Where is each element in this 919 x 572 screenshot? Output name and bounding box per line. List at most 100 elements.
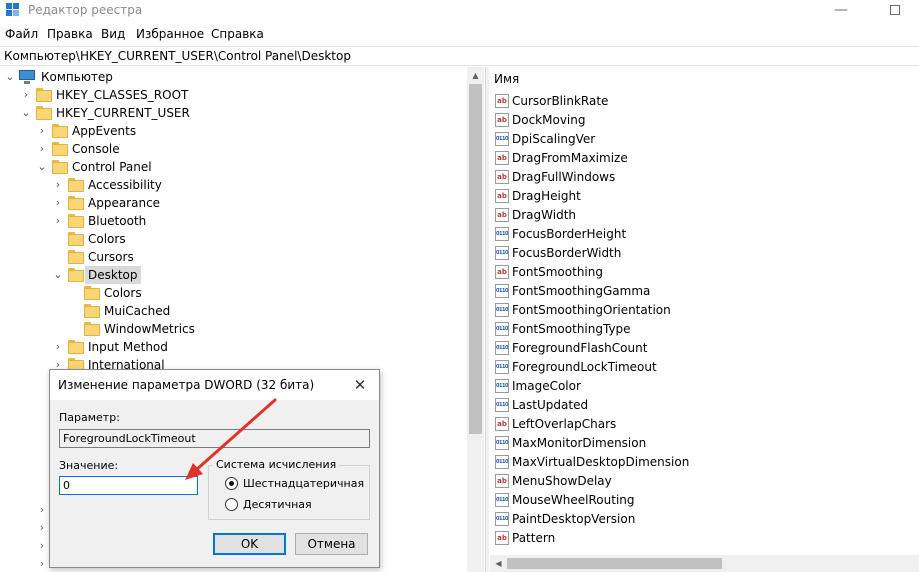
tree-item-label: Colors	[88, 232, 126, 246]
tree-scrollbar[interactable]: ▲	[467, 67, 484, 572]
tree-item[interactable]: › Accessibility	[0, 176, 460, 194]
value-name: DragFullWindows	[512, 170, 616, 184]
registry-editor-icon	[6, 3, 22, 19]
value-data-input[interactable]: 0	[59, 476, 198, 495]
tree-item-label: Console	[72, 142, 120, 156]
values-horizontal-scrollbar[interactable]: ◀	[490, 555, 919, 572]
tree-item[interactable]: › AppEvents	[0, 122, 460, 140]
folder-icon	[68, 232, 84, 246]
tree-item[interactable]: Colors	[0, 230, 460, 248]
chevron-down-icon[interactable]: ⌄	[4, 68, 16, 86]
binary-value-icon: 0110	[495, 379, 509, 393]
scroll-left-icon[interactable]: ◀	[490, 555, 507, 572]
tree-item[interactable]: Colors	[0, 284, 460, 302]
value-name: ForegroundFlashCount	[512, 341, 648, 355]
address-path[interactable]: Компьютер\HKEY_CURRENT_USER\Control Pane…	[4, 49, 351, 63]
minimize-button[interactable]: —	[818, 0, 864, 22]
radio-label: Шестнадцатеричная	[243, 477, 365, 490]
scroll-up-icon[interactable]: ▲	[467, 67, 484, 84]
tree-item-label: Cursors	[88, 250, 134, 264]
chevron-right-icon[interactable]: ›	[36, 503, 48, 521]
chevron-right-icon[interactable]: ›	[36, 140, 48, 158]
value-name: LeftOverlapChars	[512, 417, 617, 431]
string-value-icon: ab	[495, 474, 509, 488]
column-header-name[interactable]: Имя	[494, 72, 519, 86]
tree-item[interactable]: › Input Method	[0, 338, 460, 356]
value-name: FontSmoothingOrientation	[512, 303, 671, 317]
tree-item-label: Accessibility	[88, 178, 162, 192]
tree-item[interactable]: MuiCached	[0, 302, 460, 320]
menu-view[interactable]: Вид	[101, 27, 125, 41]
tree-item[interactable]: › Appearance	[0, 194, 460, 212]
pane-splitter[interactable]	[485, 67, 489, 572]
tree-item[interactable]: ⌄ HKEY_CURRENT_USER	[0, 104, 460, 122]
chevron-right-icon[interactable]: ›	[36, 521, 48, 539]
chevron-down-icon[interactable]: ⌄	[36, 158, 48, 176]
scrollbar-thumb[interactable]	[507, 558, 722, 569]
menu-bar: Файл Правка Вид Избранное Справка	[0, 23, 919, 45]
scrollbar-thumb[interactable]	[469, 84, 482, 434]
value-name: MenuShowDelay	[512, 474, 612, 488]
tree-item[interactable]: › Console	[0, 140, 460, 158]
menu-help[interactable]: Справка	[211, 27, 264, 41]
chevron-right-icon[interactable]: ›	[52, 338, 64, 356]
folder-open-icon	[68, 268, 84, 282]
binary-value-icon: 0110	[495, 512, 509, 526]
folder-icon	[84, 322, 100, 336]
radio-checked-icon[interactable]	[225, 477, 238, 490]
cancel-button[interactable]: Отмена	[295, 533, 368, 555]
menu-file[interactable]: Файл	[5, 27, 38, 41]
value-name: DpiScalingVer	[512, 132, 596, 146]
string-value-icon: ab	[495, 189, 509, 203]
value-name: DragWidth	[512, 208, 577, 222]
value-name: DockMoving	[512, 113, 586, 127]
folder-icon	[68, 250, 84, 264]
folder-icon	[68, 340, 84, 354]
chevron-right-icon[interactable]: ›	[52, 194, 64, 212]
folder-icon	[52, 124, 68, 138]
dialog-title: Изменение параметра DWORD (32 бита)	[58, 378, 315, 392]
ok-button[interactable]: OK	[213, 533, 286, 555]
parameter-name-field: ForegroundLockTimeout	[59, 429, 370, 448]
base-groupbox: Система исчисления Шестнадцатеричная Дес…	[208, 458, 370, 520]
tree-item[interactable]: Cursors	[0, 248, 460, 266]
value-name: DragHeight	[512, 189, 581, 203]
maximize-button[interactable]	[872, 0, 918, 22]
chevron-right-icon[interactable]: ›	[20, 86, 32, 104]
tree-item[interactable]: WindowMetrics	[0, 320, 460, 338]
close-icon[interactable]: ✕	[347, 374, 373, 396]
maximize-icon	[890, 5, 900, 15]
tree-item[interactable]: ⌄ Control Panel	[0, 158, 460, 176]
tree-item-computer[interactable]: ⌄ Компьютер	[0, 68, 460, 86]
window-title: Редактор реестра	[28, 3, 143, 17]
string-value-icon: ab	[495, 113, 509, 127]
chevron-right-icon[interactable]: ›	[36, 122, 48, 140]
string-value-icon: ab	[495, 208, 509, 222]
string-value-icon: ab	[495, 531, 509, 545]
chevron-down-icon[interactable]: ⌄	[52, 266, 64, 284]
base-group-label: Система исчисления	[213, 458, 340, 471]
menu-edit[interactable]: Правка	[47, 27, 93, 41]
menu-favorites[interactable]: Избранное	[136, 27, 204, 41]
dialog-title-bar: Изменение параметра DWORD (32 бита) ✕	[50, 370, 379, 400]
address-bar[interactable]: Компьютер\HKEY_CURRENT_USER\Control Pane…	[0, 46, 919, 66]
string-value-icon: ab	[495, 151, 509, 165]
radio-unchecked-icon[interactable]	[225, 498, 238, 511]
tree-item-label: AppEvents	[72, 124, 137, 138]
value-name: CursorBlinkRate	[512, 94, 609, 108]
chevron-right-icon[interactable]: ›	[36, 557, 48, 572]
chevron-down-icon[interactable]: ⌄	[20, 104, 32, 122]
tree-item-selected[interactable]: ⌄ Desktop	[0, 266, 460, 284]
tree-item[interactable]: › Bluetooth	[0, 212, 460, 230]
binary-value-icon: 0110	[495, 360, 509, 374]
binary-value-icon: 0110	[495, 436, 509, 450]
tree-item-label: Input Method	[88, 340, 168, 354]
chevron-right-icon[interactable]: ›	[52, 212, 64, 230]
chevron-right-icon[interactable]: ›	[36, 539, 48, 557]
tree-item[interactable]: › HKEY_CLASSES_ROOT	[0, 86, 460, 104]
folder-icon	[36, 106, 52, 120]
binary-value-icon: 0110	[495, 284, 509, 298]
value-name: MouseWheelRouting	[512, 493, 635, 507]
chevron-right-icon[interactable]: ›	[52, 176, 64, 194]
